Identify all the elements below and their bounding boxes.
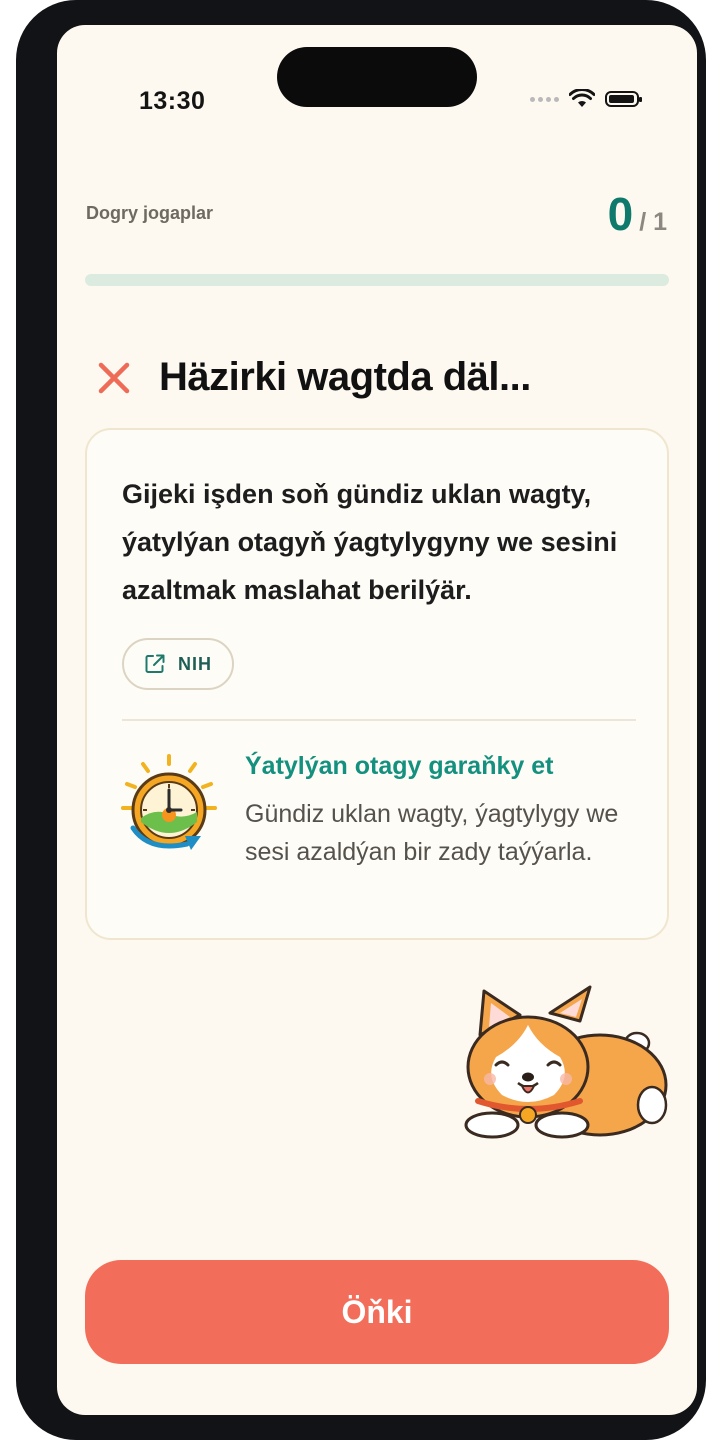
tip-title: Ýatylýan otagy garaňky et [245, 752, 554, 780]
close-icon [98, 362, 130, 393]
progress-bar [85, 274, 669, 286]
source-link-button[interactable]: NIH [122, 638, 234, 690]
score-value: 0 [607, 188, 634, 240]
status-time: 13:30 [139, 87, 206, 115]
dynamic-island [277, 47, 477, 107]
device-frame: 13:30 Dogry jogaplar 0 / 1 Häzirki wagtd… [16, 0, 706, 1440]
result-title: Häzirki wagtda däl... [159, 355, 531, 399]
app-screen: 13:30 Dogry jogaplar 0 / 1 Häzirki wagtd… [57, 25, 697, 1415]
correct-answers-label: Dogry jogaplar [86, 203, 214, 223]
signal-icon [530, 96, 559, 102]
next-button-label: Öňki [341, 1293, 413, 1330]
tip-body: Gündiz uklan wagty, ýagtylygy we sesi az… [245, 800, 619, 866]
clock-sun-icon [121, 754, 217, 850]
status-icons [530, 89, 642, 109]
score-counter: 0 / 1 [608, 187, 667, 241]
external-link-icon [145, 654, 165, 673]
result-header: Häzirki wagtda däl... [97, 355, 531, 400]
explanation-text: Gijeki işden soň gündiz uklan wagty, ýat… [122, 479, 618, 605]
explanation-card: Gijeki işden soň gündiz uklan wagty, ýat… [85, 428, 669, 940]
corgi-mascot [464, 985, 668, 1139]
battery-icon [605, 91, 642, 107]
card-divider [122, 719, 636, 721]
score-total: / 1 [639, 208, 667, 236]
source-link-label: NIH [178, 653, 212, 674]
next-button[interactable]: Öňki [85, 1260, 669, 1364]
wifi-icon [569, 89, 595, 107]
